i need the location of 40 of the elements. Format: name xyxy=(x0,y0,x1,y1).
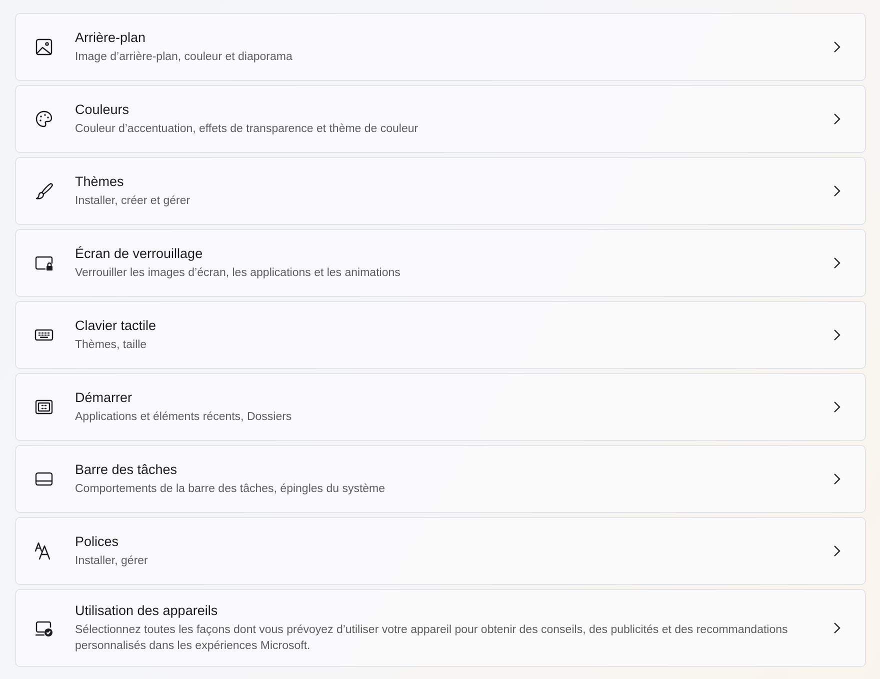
chevron-right-icon xyxy=(833,401,841,413)
settings-card[interactable]: Clavier tactile Thèmes, taille xyxy=(15,301,866,369)
card-title: Démarrer xyxy=(75,389,134,407)
start-menu-icon xyxy=(34,397,54,417)
chevron-right-icon xyxy=(833,41,841,53)
chevron-right-icon xyxy=(833,622,841,634)
card-title: Thèmes xyxy=(75,173,125,191)
settings-card[interactable]: Couleurs Couleur d’accentuation, effets de transparence et thème de couleur xyxy=(15,85,866,153)
chevron-right-icon xyxy=(833,473,841,485)
card-description: Comportements de la barre des tâches, épingles du système xyxy=(75,482,386,497)
card-title: Polices xyxy=(75,533,120,551)
card-title: Arrière-plan xyxy=(75,29,147,47)
card-title: Clavier tactile xyxy=(75,317,158,335)
card-title: Utilisation des appareils xyxy=(75,602,219,620)
settings-card[interactable]: Écran de verrouillage Verrouiller les images d’écran, les applications et les animations xyxy=(15,229,866,297)
card-description: Sélectionnez toutes les façons dont vous prévoyez d’utiliser votre appareil pour obtenir des conseils, des publicités et des recommandations personnalisés dans les expériences Microsoft. xyxy=(75,623,789,654)
chevron-right-icon xyxy=(833,545,841,557)
card-description: Image d’arrière-plan, couleur et diaporama xyxy=(75,50,294,65)
settings-card[interactable]: Barre des tâches Comportements de la barre des tâches, épingles du système xyxy=(15,445,866,513)
card-description: Couleur d’accentuation, effets de transparence et thème de couleur xyxy=(75,122,420,137)
card-title: Barre des tâches xyxy=(75,461,178,479)
settings-card[interactable]: Démarrer Applications et éléments récents, Dossiers xyxy=(15,373,866,441)
card-description: Installer, gérer xyxy=(75,554,149,569)
chevron-right-icon xyxy=(833,113,841,125)
settings-card[interactable]: Arrière-plan Image d’arrière-plan, couleur et diaporama xyxy=(15,13,866,81)
card-title: Couleurs xyxy=(75,101,130,119)
settings-card[interactable]: Polices Installer, gérer xyxy=(15,517,866,585)
card-title: Écran de verrouillage xyxy=(75,245,204,263)
chevron-right-icon xyxy=(833,185,841,197)
palette-icon xyxy=(34,109,54,129)
brush-icon xyxy=(34,181,54,201)
image-icon xyxy=(34,37,54,57)
card-description: Applications et éléments récents, Dossiers xyxy=(75,410,293,425)
chevron-right-icon xyxy=(833,329,841,341)
settings-card[interactable]: Thèmes Installer, créer et gérer xyxy=(15,157,866,225)
settings-card[interactable] xyxy=(15,589,866,667)
card-description: Installer, créer et gérer xyxy=(75,194,192,209)
card-description: Thèmes, taille xyxy=(75,338,148,353)
chevron-right-icon xyxy=(833,257,841,269)
card-description: Verrouiller les images d’écran, les applications et les animations xyxy=(75,266,402,281)
